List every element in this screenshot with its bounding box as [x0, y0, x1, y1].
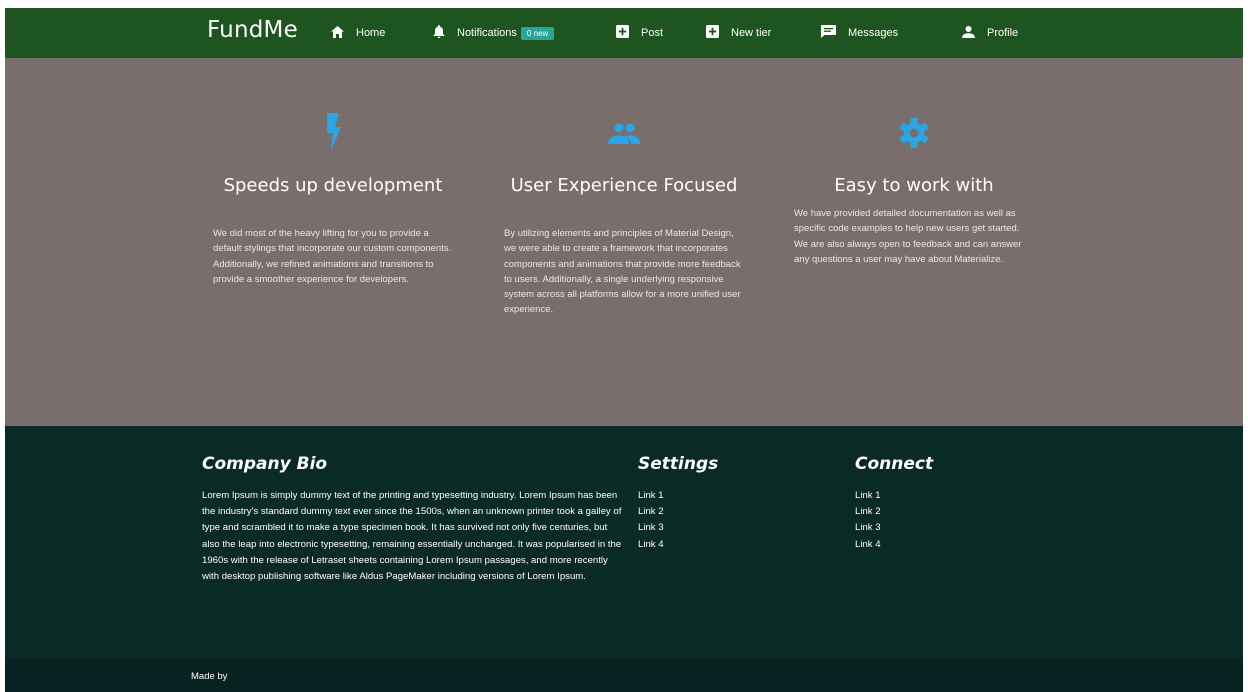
connect-heading: Connect: [855, 454, 934, 474]
add-box-icon: [706, 25, 719, 41]
feature-description: We did most of the heavy lifting for you…: [213, 228, 452, 285]
made-by-text: Made by: [191, 671, 228, 682]
settings-icon: [898, 113, 930, 154]
settings-heading: Settings: [638, 454, 719, 474]
feature-title: User Experience Focused: [510, 175, 738, 196]
feature-description: We have provided detailed documentation …: [794, 208, 1022, 265]
nav-home-label: Home: [356, 27, 386, 39]
footer-copyright-bar: Made by: [5, 658, 1243, 692]
page: FundMe Home Notifications 0 new Post New…: [5, 8, 1243, 692]
add-box-icon: [616, 25, 629, 41]
company-bio-heading: Company Bio: [202, 454, 328, 474]
connect-link-1[interactable]: Link 1: [855, 490, 881, 501]
nav-home[interactable]: Home: [331, 8, 385, 58]
company-bio-text: Lorem Ipsum is simply dummy text of the …: [202, 490, 622, 583]
feature-description: By utilizing elements and principles of …: [504, 228, 741, 316]
connect-link-4[interactable]: Link 4: [855, 539, 881, 550]
nav-new-tier-label: New tier: [731, 27, 772, 39]
features-section: Speeds up development We did most of the…: [5, 58, 1243, 426]
nav-profile[interactable]: Profile: [962, 8, 1018, 58]
nav-notifications[interactable]: Notifications 0 new: [433, 8, 555, 58]
bell-icon: [433, 25, 445, 41]
connect-link-3[interactable]: Link 3: [855, 522, 881, 533]
group-icon: [608, 113, 640, 150]
notifications-badge: 0 new: [520, 26, 555, 40]
message-icon: [821, 25, 836, 41]
flash-icon: [324, 113, 342, 156]
footer: Company Bio Lorem Ipsum is simply dummy …: [5, 426, 1243, 658]
nav-post[interactable]: Post: [616, 8, 663, 58]
nav-new-tier[interactable]: New tier: [706, 8, 771, 58]
person-icon: [962, 25, 975, 41]
navbar: FundMe Home Notifications 0 new Post New…: [5, 8, 1243, 58]
connect-links: Link 1 Link 2 Link 3 Link 4: [855, 488, 881, 553]
brand-logo[interactable]: FundMe: [207, 17, 298, 43]
nav-messages-label: Messages: [848, 27, 899, 39]
nav-notifications-label: Notifications: [457, 27, 517, 39]
nav-profile-label: Profile: [987, 27, 1019, 39]
settings-link-1[interactable]: Link 1: [638, 490, 664, 501]
feature-title: Speeds up development: [223, 175, 443, 196]
settings-links: Link 1 Link 2 Link 3 Link 4: [638, 488, 664, 553]
settings-link-2[interactable]: Link 2: [638, 506, 664, 517]
settings-link-3[interactable]: Link 3: [638, 522, 664, 533]
connect-link-2[interactable]: Link 2: [855, 506, 881, 517]
nav-post-label: Post: [641, 27, 664, 39]
nav-messages[interactable]: Messages: [821, 8, 898, 58]
home-icon: [331, 25, 344, 41]
feature-title: Easy to work with: [834, 175, 994, 196]
settings-link-4[interactable]: Link 4: [638, 539, 664, 550]
